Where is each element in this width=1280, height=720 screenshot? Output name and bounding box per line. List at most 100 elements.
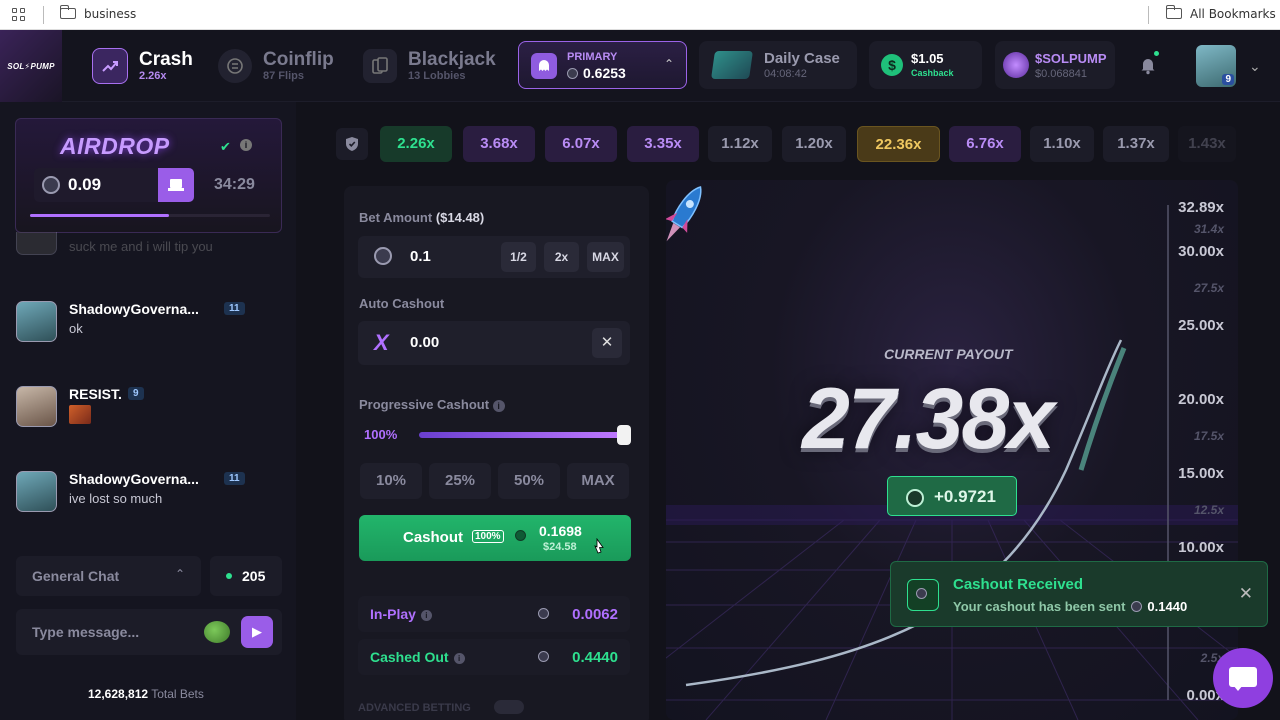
total-bets: 12,628,812 Total Bets bbox=[88, 687, 204, 701]
chat-message-input[interactable] bbox=[16, 609, 196, 655]
cashout-button[interactable]: Cashout 100% 0.1698 $24.58 bbox=[359, 515, 631, 561]
bet-amount-value[interactable]: 0.1 bbox=[410, 248, 431, 265]
history-chip[interactable]: 1.43x bbox=[1178, 126, 1236, 162]
chat-username[interactable]: RESIST. bbox=[69, 386, 122, 402]
history-chip[interactable]: 22.36x bbox=[857, 126, 940, 162]
percent-10-button[interactable]: 10% bbox=[360, 463, 422, 499]
profit-value: +0.9721 bbox=[934, 487, 996, 506]
level-badge: 11 bbox=[224, 472, 245, 485]
advanced-betting-toggle[interactable] bbox=[494, 700, 524, 714]
y-axis-label: 10.00x bbox=[1178, 539, 1224, 556]
chat-text: suck me and i will tip you bbox=[69, 239, 213, 254]
bet-panel: Bet Amount ($14.48) 0.1 1/2 2x MAX Auto … bbox=[344, 186, 649, 720]
wallet-label: PRIMARY bbox=[567, 51, 618, 63]
bet-amount-label: Bet Amount ($14.48) bbox=[359, 210, 484, 225]
avatar bbox=[16, 232, 57, 255]
crash-game-area: 2.26x 3.68x 6.07x 3.35x 1.12x 1.20x 22.3… bbox=[296, 102, 1280, 720]
chat-username[interactable]: ShadowyGoverna... bbox=[69, 471, 199, 487]
progressive-cashout-label: Progressive Cashout i bbox=[359, 397, 505, 412]
history-chip[interactable]: 1.20x bbox=[782, 126, 846, 162]
info-icon[interactable]: i bbox=[453, 653, 465, 664]
wallet-selector[interactable]: PRIMARY 0.6253 ⌃ bbox=[518, 41, 687, 89]
nav-game-coinflip[interactable]: Coinflip 87 Flips bbox=[218, 44, 334, 88]
site-logo[interactable]: SOL⚡PUMP bbox=[0, 30, 62, 102]
auto-cashout-value[interactable]: 0.00 bbox=[410, 334, 439, 351]
y-axis-label: 32.89x bbox=[1178, 199, 1224, 216]
apps-grid-icon[interactable] bbox=[12, 8, 26, 22]
support-chat-button[interactable] bbox=[1213, 648, 1273, 708]
history-chip[interactable]: 3.68x bbox=[463, 126, 535, 162]
history-chip[interactable]: 1.37x bbox=[1103, 126, 1169, 162]
history-chip[interactable]: 1.10x bbox=[1030, 126, 1094, 162]
shield-icon[interactable] bbox=[336, 128, 368, 160]
airdrop-progress bbox=[30, 214, 270, 217]
sol-coin-icon bbox=[538, 651, 549, 662]
percent-50-button[interactable]: 50% bbox=[498, 463, 560, 499]
airdrop-claim-button[interactable] bbox=[158, 168, 194, 202]
cashback-button[interactable]: $ $1.05 Cashback bbox=[869, 41, 982, 89]
game-multiplier: 2.26x bbox=[139, 69, 167, 82]
token-price-button[interactable]: $SOLPUMP $0.068841 bbox=[995, 41, 1115, 89]
send-button[interactable]: ▶ bbox=[241, 616, 273, 648]
chevron-up-icon: ⌃ bbox=[663, 57, 674, 71]
avatar[interactable] bbox=[16, 386, 57, 427]
avatar[interactable] bbox=[16, 471, 57, 512]
clear-button[interactable]: ✕ bbox=[592, 328, 622, 358]
history-chip[interactable]: 2.26x bbox=[380, 126, 452, 162]
avatar[interactable] bbox=[16, 301, 57, 342]
percent-25-button[interactable]: 25% bbox=[429, 463, 491, 499]
bookmark-folder-business[interactable]: business bbox=[60, 5, 136, 21]
chevron-down-icon[interactable]: ⌄ bbox=[1249, 58, 1261, 75]
nav-game-blackjack[interactable]: Blackjack 13 Lobbies bbox=[363, 44, 496, 88]
percent-max-button[interactable]: MAX bbox=[567, 463, 629, 499]
folder-icon bbox=[60, 5, 76, 19]
notification-dot bbox=[1154, 51, 1159, 56]
double-bet-button[interactable]: 2x bbox=[544, 242, 579, 272]
mouse-pointer-icon bbox=[594, 538, 604, 554]
sol-coin-icon bbox=[515, 530, 526, 541]
emoji-icon[interactable] bbox=[204, 621, 230, 643]
history-chip[interactable]: 3.35x bbox=[627, 126, 699, 162]
info-icon[interactable]: i bbox=[420, 610, 432, 621]
info-icon[interactable]: i bbox=[492, 400, 505, 412]
info-icon[interactable]: i bbox=[240, 139, 252, 151]
game-count: 13 Lobbies bbox=[408, 69, 466, 82]
daily-case-button[interactable]: Daily Case 04:08:42 bbox=[699, 41, 857, 89]
current-payout-label: CURRENT PAYOUT bbox=[884, 346, 1013, 362]
auto-cashout-input[interactable]: X 0.00 ✕ bbox=[358, 321, 630, 365]
toast-amount: 0.1440 bbox=[1147, 599, 1188, 614]
sol-coin-icon bbox=[42, 176, 60, 194]
all-bookmarks-button[interactable]: All Bookmarks bbox=[1166, 5, 1276, 21]
bet-amount-input[interactable]: 0.1 1/2 2x MAX bbox=[358, 236, 630, 278]
progressive-slider[interactable] bbox=[419, 425, 631, 445]
close-icon[interactable]: ✕ bbox=[1239, 584, 1253, 604]
chat-username[interactable]: ShadowyGoverna... bbox=[69, 301, 199, 317]
slider-handle[interactable] bbox=[617, 425, 631, 445]
history-chip[interactable]: 1.12x bbox=[708, 126, 772, 162]
bell-icon[interactable] bbox=[1138, 51, 1159, 75]
in-play-value: 0.0062 bbox=[572, 606, 618, 623]
sol-coin-icon bbox=[567, 68, 578, 79]
cashed-out-value: 0.4440 bbox=[572, 649, 618, 666]
chat-room-selector[interactable]: General Chat ⌃ bbox=[16, 556, 201, 596]
nav-game-crash[interactable]: Crash 2.26x bbox=[92, 44, 193, 88]
cashed-out-label: Cashed Out i bbox=[370, 649, 465, 665]
check-icon: ✔ bbox=[220, 139, 231, 154]
in-play-label: In-Play i bbox=[370, 606, 432, 622]
chat-text: ive lost so much bbox=[69, 491, 163, 506]
level-badge: 11 bbox=[224, 302, 245, 315]
online-count: 205 bbox=[210, 556, 282, 596]
rocket-trail bbox=[1078, 347, 1127, 471]
user-avatar[interactable]: 9 bbox=[1196, 45, 1236, 87]
chat-room-label: General Chat bbox=[32, 568, 120, 584]
half-bet-button[interactable]: 1/2 bbox=[501, 242, 536, 272]
dollar-icon: $ bbox=[881, 54, 903, 76]
trend-up-icon bbox=[92, 48, 128, 84]
max-bet-button[interactable]: MAX bbox=[587, 242, 624, 272]
sol-coin-icon bbox=[916, 588, 927, 599]
multiplier-history: 2.26x 3.68x 6.07x 3.35x 1.12x 1.20x 22.3… bbox=[336, 126, 1236, 162]
history-chip[interactable]: 6.76x bbox=[949, 126, 1021, 162]
history-chip[interactable]: 6.07x bbox=[545, 126, 617, 162]
online-dot bbox=[226, 573, 232, 579]
toast-text: Your cashout has been sent bbox=[953, 599, 1126, 614]
